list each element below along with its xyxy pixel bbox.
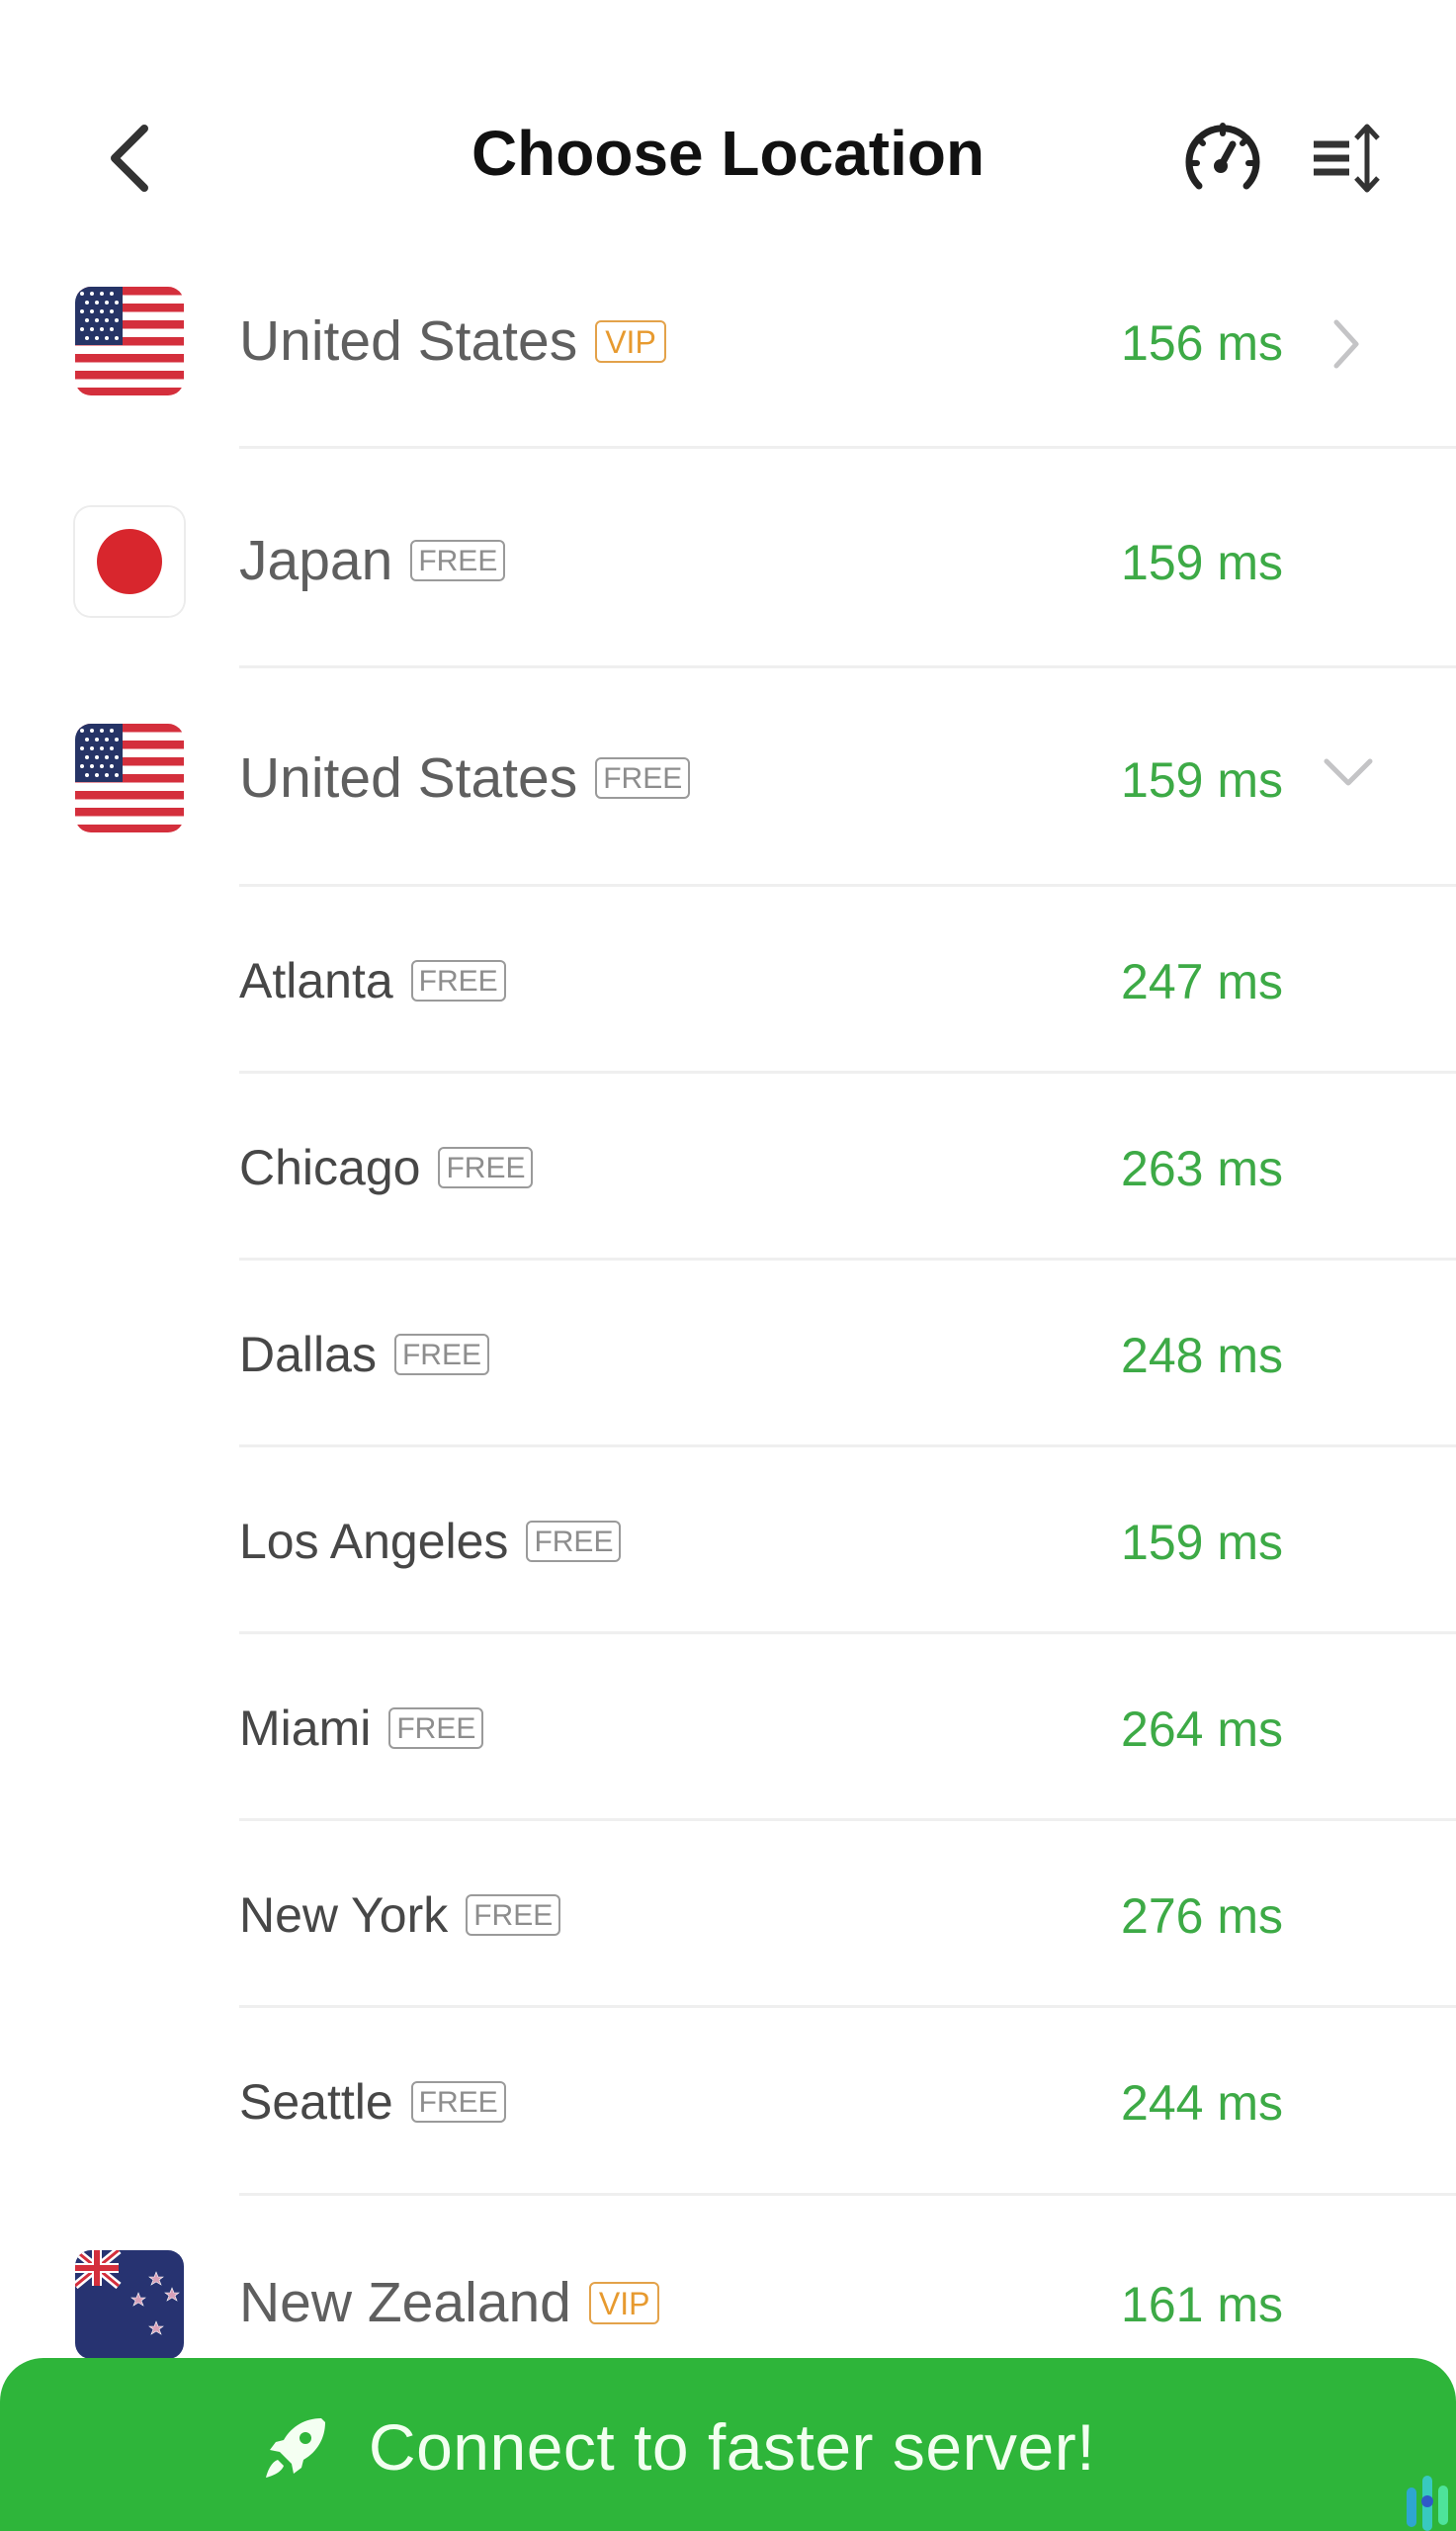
city-name: New York xyxy=(239,1887,449,1943)
city-name-group: New York FREE xyxy=(239,1886,561,1944)
free-badge: FREE xyxy=(410,540,506,581)
latency-value: 264 ms xyxy=(1121,1702,1283,1757)
city-name: Dallas xyxy=(239,1327,377,1382)
latency-value: 248 ms xyxy=(1121,1328,1283,1383)
city-row-seattle[interactable]: Seattle FREE 244 ms xyxy=(0,2008,1456,2192)
free-badge: FREE xyxy=(438,1147,534,1188)
us-flag-icon xyxy=(75,287,184,395)
connect-faster-server-button[interactable]: Connect to faster server! xyxy=(0,2358,1456,2531)
header: Choose Location xyxy=(0,0,1456,257)
latency-value: 159 ms xyxy=(1121,535,1283,590)
free-badge: FREE xyxy=(393,1334,489,1375)
latency-value: 161 ms xyxy=(1121,2277,1283,2332)
latency-value: 159 ms xyxy=(1121,1515,1283,1570)
city-name-group: Seattle FREE xyxy=(239,2073,506,2131)
location-row-united-states-free[interactable]: United States FREE 159 ms xyxy=(0,714,1456,884)
latency-value: 244 ms xyxy=(1121,2075,1283,2131)
latency-value: 247 ms xyxy=(1121,954,1283,1009)
country-name: United States xyxy=(239,309,578,373)
divider xyxy=(239,2193,1456,2196)
watermark-logo-icon xyxy=(1407,2476,1448,2531)
city-row-new-york[interactable]: New York FREE 276 ms xyxy=(0,1821,1456,2005)
location-name-group: New Zealand VIP xyxy=(239,2270,660,2335)
city-name: Seattle xyxy=(239,2074,393,2130)
latency-value: 276 ms xyxy=(1121,1888,1283,1944)
city-name-group: Atlanta FREE xyxy=(239,952,506,1009)
chevron-right-icon[interactable] xyxy=(1327,316,1366,372)
location-row-new-zealand[interactable]: New Zealand VIP 161 ms xyxy=(0,2215,1456,2359)
city-name: Chicago xyxy=(239,1140,421,1195)
location-row-united-states-vip[interactable]: United States VIP 156 ms xyxy=(0,277,1456,447)
city-name-group: Los Angeles FREE xyxy=(239,1513,622,1570)
free-badge: FREE xyxy=(410,2081,506,2123)
connect-button-content: Connect to faster server! xyxy=(0,2407,1456,2487)
city-name-group: Miami FREE xyxy=(239,1700,484,1757)
free-badge: FREE xyxy=(388,1707,484,1749)
latency-value: 159 ms xyxy=(1121,752,1283,808)
latency-value: 156 ms xyxy=(1121,315,1283,371)
city-name: Atlanta xyxy=(239,953,393,1008)
vip-badge: VIP xyxy=(588,2281,660,2324)
location-name-group: United States VIP xyxy=(239,308,666,374)
city-row-los-angeles[interactable]: Los Angeles FREE 159 ms xyxy=(0,1447,1456,1631)
connect-button-label: Connect to faster server! xyxy=(368,2410,1096,2484)
new-zealand-flag-icon xyxy=(75,2250,184,2359)
free-badge: FREE xyxy=(595,757,691,799)
latency-value: 263 ms xyxy=(1121,1141,1283,1196)
divider xyxy=(239,446,1456,449)
chevron-down-icon[interactable] xyxy=(1321,751,1376,791)
location-name-group: Japan FREE xyxy=(239,528,506,593)
city-name-group: Chicago FREE xyxy=(239,1139,534,1196)
sort-button[interactable] xyxy=(1310,119,1389,198)
us-flag-icon xyxy=(75,724,184,832)
city-name-group: Dallas FREE xyxy=(239,1326,489,1383)
country-name: New Zealand xyxy=(239,2271,571,2334)
sort-icon xyxy=(1314,124,1380,193)
vip-badge: VIP xyxy=(595,319,666,363)
location-row-japan[interactable]: Japan FREE 159 ms xyxy=(0,494,1456,666)
speedometer-icon xyxy=(1185,123,1260,190)
city-name: Los Angeles xyxy=(239,1514,509,1569)
divider xyxy=(239,665,1456,668)
free-badge: FREE xyxy=(410,960,506,1002)
free-badge: FREE xyxy=(526,1521,622,1562)
speed-test-button[interactable] xyxy=(1181,117,1264,200)
city-row-atlanta[interactable]: Atlanta FREE 247 ms xyxy=(0,887,1456,1071)
country-name: United States xyxy=(239,746,578,810)
free-badge: FREE xyxy=(466,1894,561,1936)
city-row-miami[interactable]: Miami FREE 264 ms xyxy=(0,1634,1456,1818)
city-row-dallas[interactable]: Dallas FREE 248 ms xyxy=(0,1261,1456,1444)
location-name-group: United States FREE xyxy=(239,745,691,811)
japan-flag-icon xyxy=(75,507,184,616)
city-row-chicago[interactable]: Chicago FREE 263 ms xyxy=(0,1074,1456,1258)
rocket-icon xyxy=(265,2418,325,2478)
city-name: Miami xyxy=(239,1701,372,1756)
country-name: Japan xyxy=(239,529,393,592)
